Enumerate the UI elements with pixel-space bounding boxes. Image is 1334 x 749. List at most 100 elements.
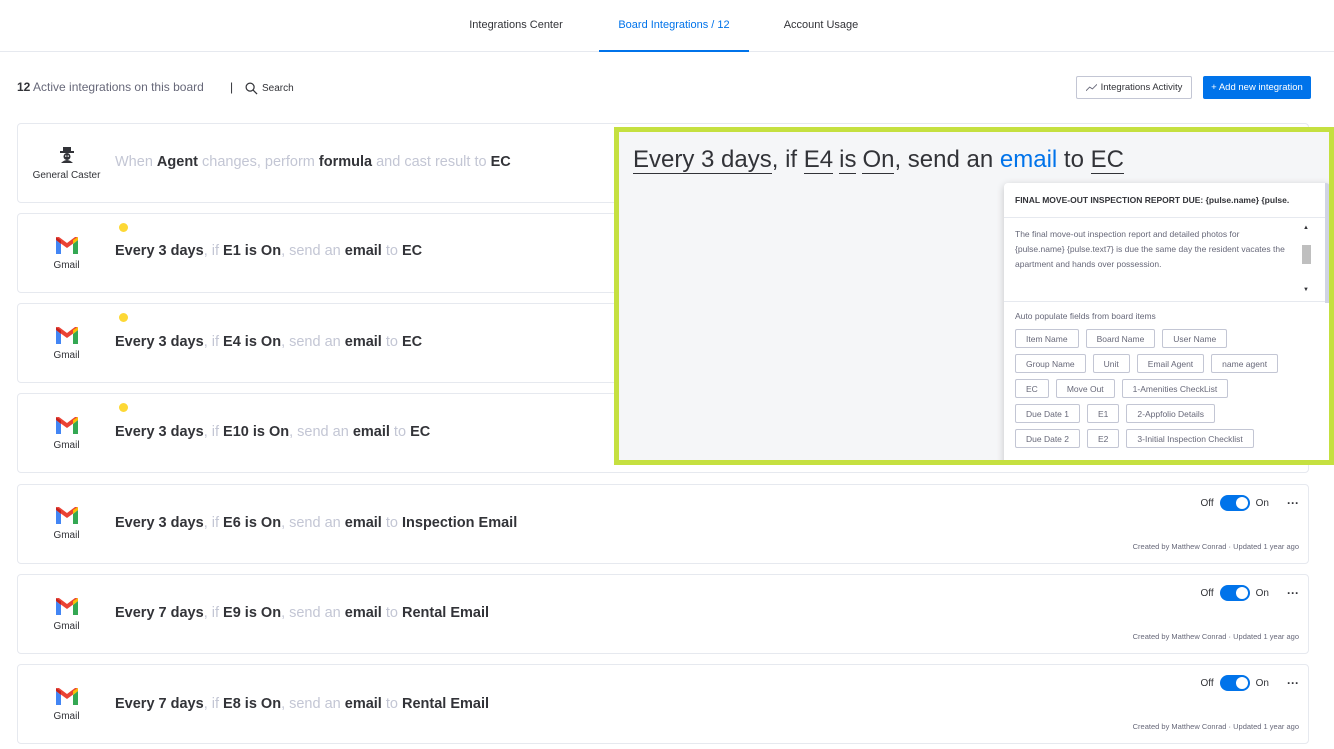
recipe-action[interactable]: formula [319,154,372,170]
tab-account-usage[interactable]: Account Usage [772,0,870,52]
field-chip[interactable]: name agent [1211,354,1279,373]
recipe-target[interactable]: EC [402,243,422,259]
recipe-target[interactable]: Rental Email [402,696,489,712]
card-scrollbar[interactable] [1325,183,1329,303]
tab-integrations-center[interactable]: Integrations Center [456,0,576,52]
recipe-column[interactable]: Agent [157,154,198,170]
editor-email-link[interactable]: email [1000,146,1057,173]
active-count-number: 12 [17,80,31,94]
scroll-up-icon[interactable]: ▲ [1303,225,1309,231]
recipe-action[interactable]: email [345,515,382,531]
recipe-target[interactable]: Inspection Email [402,515,517,531]
integration-row[interactable]: Gmail Every 7 days, if E9 is On, send an… [17,574,1309,654]
recipe-action[interactable]: email [345,605,382,621]
field-chip[interactable]: 2-Appfolio Details [1126,404,1216,423]
recipe-action[interactable]: email [345,696,382,712]
recipe-action[interactable]: email [345,243,382,259]
recipe-frequency[interactable]: Every 7 days [115,696,204,712]
field-chip[interactable]: 3-Initial Inspection Checklist [1126,429,1254,448]
toggle-knob [1235,587,1248,599]
editor-frequency[interactable]: Every 3 days [633,146,772,174]
recipe-frequency[interactable]: Every 3 days [115,334,204,350]
more-options-button[interactable]: ··· [1287,586,1299,600]
recipe-frequency[interactable]: Every 3 days [115,515,204,531]
status-dot [119,403,128,412]
recipe-condition[interactable]: E10 is On [223,424,289,440]
toolbar-divider: | [230,80,234,94]
row-controls: Off On ··· Created by Matthew Conrad · U… [1099,675,1299,735]
recipe-text: , send an [281,243,345,259]
integrations-toolbar: 12 Active integrations on this board | S… [17,76,1317,100]
recipe-frequency[interactable]: Every 3 days [115,424,204,440]
integration-recipe: Every 3 days, if E4 is On, send an email… [115,334,422,350]
recipe-frequency[interactable]: Every 3 days [115,243,204,259]
recipe-target[interactable]: EC [491,154,511,170]
integration-logo: Gmail [18,234,115,271]
recipe-condition[interactable]: E6 is On [223,515,281,531]
recipe-action[interactable]: email [345,334,382,350]
scroll-down-icon[interactable]: ▼ [1303,287,1309,293]
recipe-condition[interactable]: E8 is On [223,696,281,712]
search-icon [245,82,258,94]
recipe-condition[interactable]: E1 is On [223,243,281,259]
top-tabs: Integrations Center Board Integrations /… [0,0,1334,52]
field-chip[interactable]: User Name [1162,329,1228,348]
recipe-text: to [381,605,402,621]
editor-target[interactable]: EC [1090,146,1124,174]
editor-operator[interactable]: is [839,146,857,174]
recipe-condition[interactable]: E9 is On [223,605,281,621]
editor-value[interactable]: On [862,146,895,174]
integration-recipe: Every 3 days, if E10 is On, send an emai… [115,424,430,440]
recipe-frequency[interactable]: Every 7 days [115,605,204,621]
email-subject[interactable]: FINAL MOVE-OUT INSPECTION REPORT DUE: {p… [1015,195,1289,205]
field-chip[interactable]: E2 [1087,429,1120,448]
toggle-group: Off On ··· [1201,495,1299,511]
field-chip[interactable]: 1-Amenities CheckList [1121,379,1229,398]
field-chip[interactable]: E1 [1087,404,1120,423]
field-chip[interactable]: Unit [1092,354,1130,373]
more-options-button[interactable]: ··· [1287,496,1299,510]
toggle-group: Off On ··· [1201,675,1299,691]
recipe-text: , if [203,424,224,440]
active-integrations-count: 12 Active integrations on this board [17,80,204,94]
recipe-action[interactable]: email [353,424,390,440]
integration-row[interactable]: Gmail Every 3 days, if E6 is On, send an… [17,484,1309,564]
scrollbar-thumb[interactable] [1302,245,1311,264]
integration-toggle[interactable] [1219,585,1250,601]
integration-app-name: General Caster [32,170,101,181]
integration-toggle[interactable] [1219,675,1250,691]
email-body[interactable]: The final move-out inspection report and… [1015,227,1290,272]
recipe-target[interactable]: EC [410,424,430,440]
add-new-integration-button[interactable]: + Add new integration [1203,76,1311,99]
email-body-scrollbar[interactable]: ▲ ▼ [1300,225,1312,300]
integration-toggle[interactable] [1219,495,1250,511]
field-chip[interactable]: Due Date 1 [1015,404,1080,423]
field-chip[interactable]: Item Name [1015,329,1079,348]
field-chip[interactable]: Group Name [1015,354,1086,373]
tab-board-integrations[interactable]: Board Integrations / 12 [599,0,749,52]
search-button[interactable]: Search [245,78,294,98]
recipe-target[interactable]: EC [402,334,422,350]
chip-row: Group Name Unit Email Agent name agent [1015,354,1320,373]
recipe-text: , if [203,334,224,350]
created-info: Created by Matthew Conrad · Updated 1 ye… [1132,722,1299,731]
integration-recipe: Every 7 days, if E9 is On, send an email… [115,605,489,621]
created-info: Created by Matthew Conrad · Updated 1 ye… [1132,632,1299,641]
field-chip[interactable]: Board Name [1085,329,1156,348]
recipe-text: , if [203,515,224,531]
toggle-off-label: Off [1200,587,1214,599]
recipe-text: , if [203,696,224,712]
recipe-target[interactable]: Rental Email [402,605,489,621]
integrations-activity-button[interactable]: Integrations Activity [1076,76,1192,99]
field-chip[interactable]: Move Out [1055,379,1115,398]
chip-row: EC Move Out 1-Amenities CheckList [1015,379,1320,398]
integration-logo: Gmail [18,414,115,451]
editor-field[interactable]: E4 [803,146,834,174]
field-chip[interactable]: Email Agent [1136,354,1205,373]
recipe-condition[interactable]: E4 is On [223,334,281,350]
card-divider [1004,301,1329,302]
field-chip[interactable]: EC [1015,379,1049,398]
integration-row[interactable]: Gmail Every 7 days, if E8 is On, send an… [17,664,1309,744]
field-chip[interactable]: Due Date 2 [1015,429,1080,448]
more-options-button[interactable]: ··· [1287,676,1299,690]
